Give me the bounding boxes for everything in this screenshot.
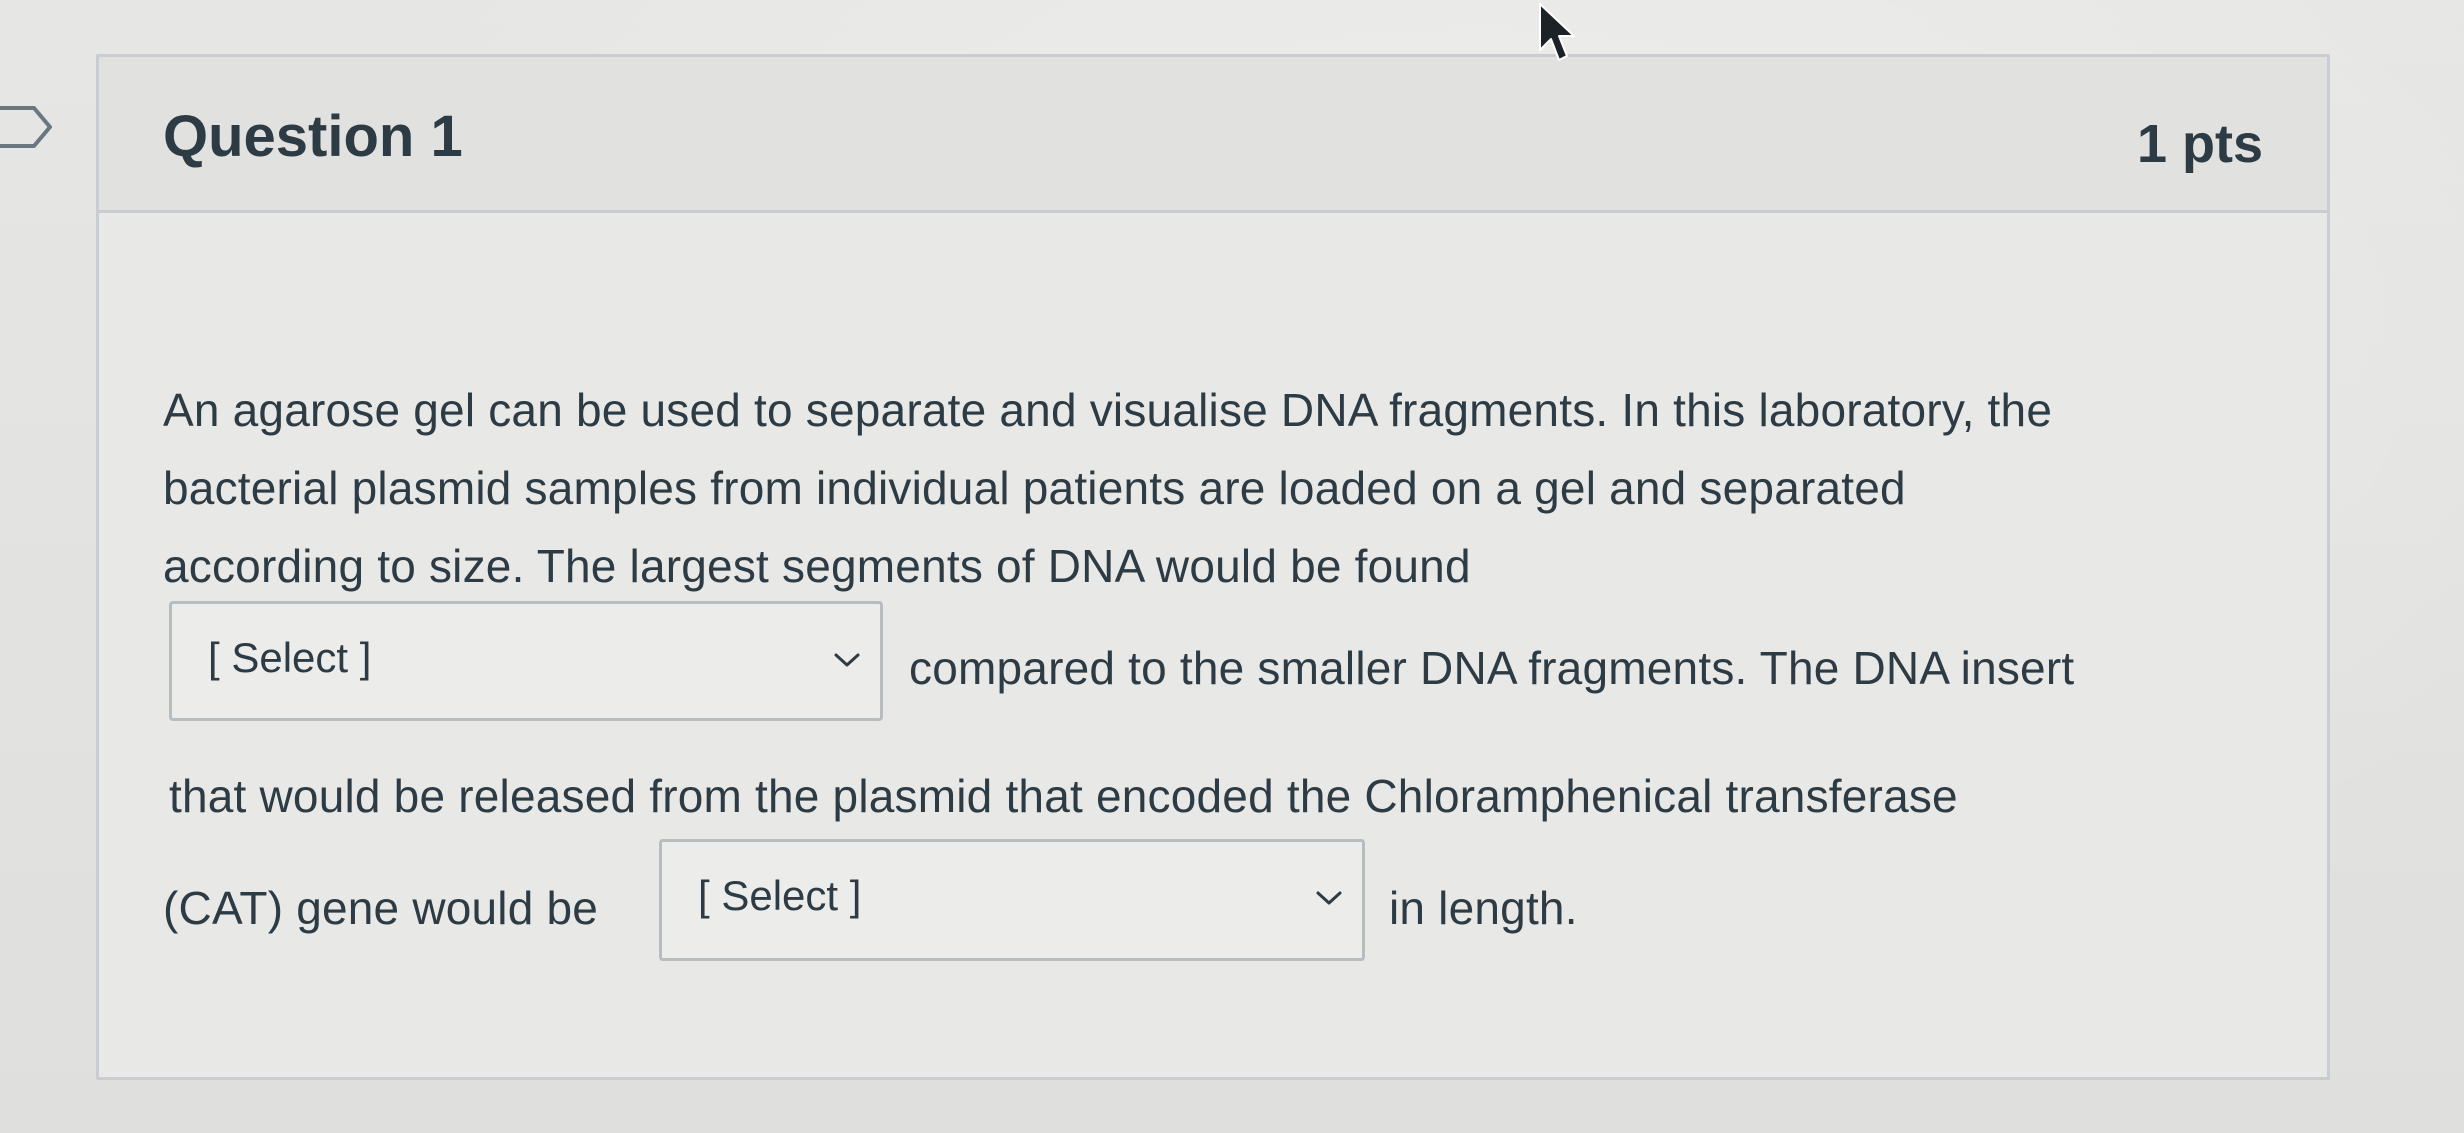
question-text-line-2: bacterial plasmid samples from individua…	[163, 462, 1906, 514]
answer-dropdown-2[interactable]: [ Select ]	[659, 839, 1365, 961]
mouse-pointer-icon	[1539, 3, 1575, 61]
question-text-line-3: according to size. The largest segments …	[163, 540, 1471, 592]
chevron-down-icon	[834, 653, 860, 667]
question-card: Question 1 1 pts An agarose gel can be u…	[96, 54, 2330, 1080]
dropdown-1-value: [ Select ]	[208, 634, 372, 681]
question-flag-icon[interactable]	[0, 102, 56, 152]
answer-dropdown-1[interactable]: [ Select ]	[169, 601, 883, 721]
question-body: An agarose gel can be used to separate a…	[99, 213, 2327, 1077]
question-text-line-6-end: in length.	[1389, 882, 1578, 934]
question-text-line-5: that would be released from the plasmid …	[169, 770, 1958, 822]
question-text-line-1: An agarose gel can be used to separate a…	[163, 384, 2053, 436]
dropdown-2-value: [ Select ]	[698, 872, 862, 919]
question-title: Question 1	[163, 104, 463, 169]
chevron-down-icon	[1316, 891, 1342, 905]
question-text-line-6-start: (CAT) gene would be	[163, 882, 599, 934]
question-text-line-4: compared to the smaller DNA fragments. T…	[909, 642, 2075, 694]
question-header: Question 1 1 pts	[99, 57, 2327, 213]
question-points: 1 pts	[2136, 114, 2263, 174]
